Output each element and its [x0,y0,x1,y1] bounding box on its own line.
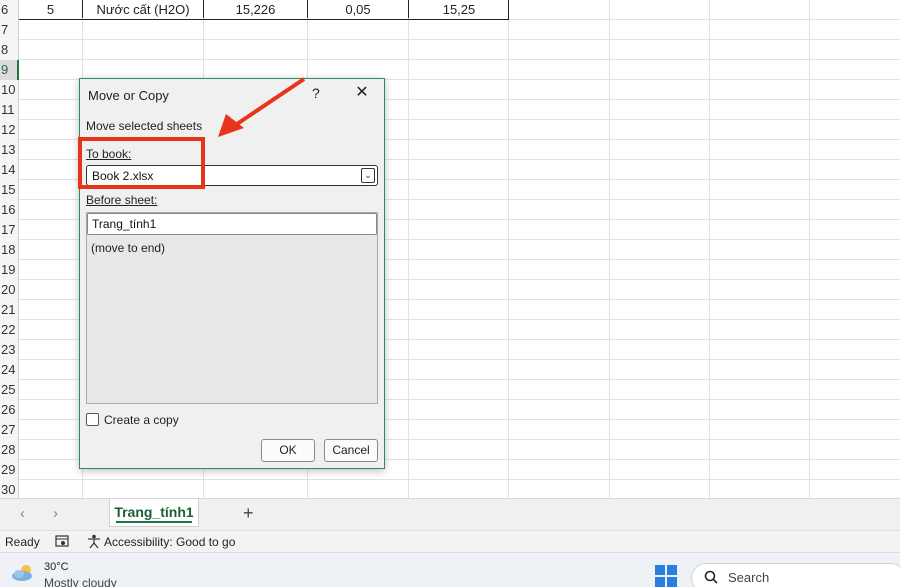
cancel-button[interactable]: Cancel [324,439,378,462]
row-header[interactable]: 12 [0,120,19,140]
list-item[interactable]: (move to end) [91,241,165,255]
create-copy-checkbox[interactable] [86,413,99,426]
cell-stt[interactable]: 5 [19,0,83,18]
row-header[interactable]: 13 [0,140,19,160]
list-item[interactable]: Trang_tính1 [87,213,377,235]
cell-value-2[interactable]: 0,05 [308,0,409,18]
row-header[interactable]: 25 [0,380,19,400]
row-header[interactable]: 29 [0,460,19,480]
row-header-selected[interactable]: 9 [0,60,19,80]
taskbar-search-input[interactable]: Search [691,563,900,587]
row-header[interactable]: 30 [0,480,19,498]
cell-value-3[interactable]: 15,25 [409,0,509,18]
move-selected-label: Move selected sheets [86,119,203,133]
table-row: 9 [0,60,900,80]
annotation-highlight-box [78,137,205,189]
accessibility-status[interactable]: Accessibility: Good to go [104,535,235,549]
row-header[interactable]: 10 [0,80,19,100]
row-header[interactable]: 27 [0,420,19,440]
search-icon [704,570,718,584]
row-header[interactable]: 23 [0,340,19,360]
chevron-down-icon[interactable]: ⌄ [361,168,375,183]
row-header[interactable]: 24 [0,360,19,380]
row-header[interactable]: 16 [0,200,19,220]
table-row: 30 [0,480,900,498]
cell-value-1[interactable]: 15,226 [204,0,308,18]
row-header[interactable]: 19 [0,260,19,280]
row-header[interactable]: 21 [0,300,19,320]
tab-scroll-left-icon[interactable]: ‹ [20,505,25,522]
active-tab-underline [116,521,192,523]
table-row: 7 [0,20,900,40]
row-header[interactable]: 7 [0,20,19,40]
add-sheet-icon[interactable]: + [243,503,254,524]
row-header[interactable]: 18 [0,240,19,260]
weather-condition[interactable]: Mostly cloudy [44,576,117,587]
cloudy-weather-icon[interactable] [10,563,36,583]
table-row: 6 5 Nước cất (H2O) 15,226 0,05 15,25 [0,0,900,20]
row-header[interactable]: 14 [0,160,19,180]
help-button[interactable]: ? [312,85,320,101]
row-header[interactable]: 26 [0,400,19,420]
row-header[interactable]: 6 [0,0,19,20]
search-placeholder: Search [728,570,770,585]
before-sheet-list[interactable]: Trang_tính1 (move to end) [86,212,378,404]
weather-temperature[interactable]: 30°C [44,561,69,573]
table-row: 8 [0,40,900,60]
status-ready: Ready [5,535,40,549]
status-bar: Ready Accessibility: Good to go [0,530,900,552]
accessibility-icon[interactable] [87,534,101,549]
row-header[interactable]: 20 [0,280,19,300]
dialog-title: Move or Copy [88,88,169,103]
sheet-tab-bar: ‹ › Trang_tính1 + [0,498,900,530]
taskbar: 30°C Mostly cloudy Search [0,552,900,587]
row-header[interactable]: 8 [0,40,19,60]
row-header[interactable]: 11 [0,100,19,120]
row-header[interactable]: 28 [0,440,19,460]
ok-button[interactable]: OK [261,439,315,462]
row-header[interactable]: 15 [0,180,19,200]
tab-scroll-right-icon[interactable]: › [53,505,58,522]
row-header[interactable]: 17 [0,220,19,240]
macro-record-icon[interactable] [55,535,69,548]
before-sheet-label: Before sheet: [86,193,158,207]
row-header[interactable]: 22 [0,320,19,340]
windows-start-icon[interactable] [655,565,677,587]
cell-substance[interactable]: Nước cất (H2O) [83,0,204,18]
create-copy-label[interactable]: Create a copy [104,413,179,427]
close-button[interactable]: ✕ [352,83,372,103]
